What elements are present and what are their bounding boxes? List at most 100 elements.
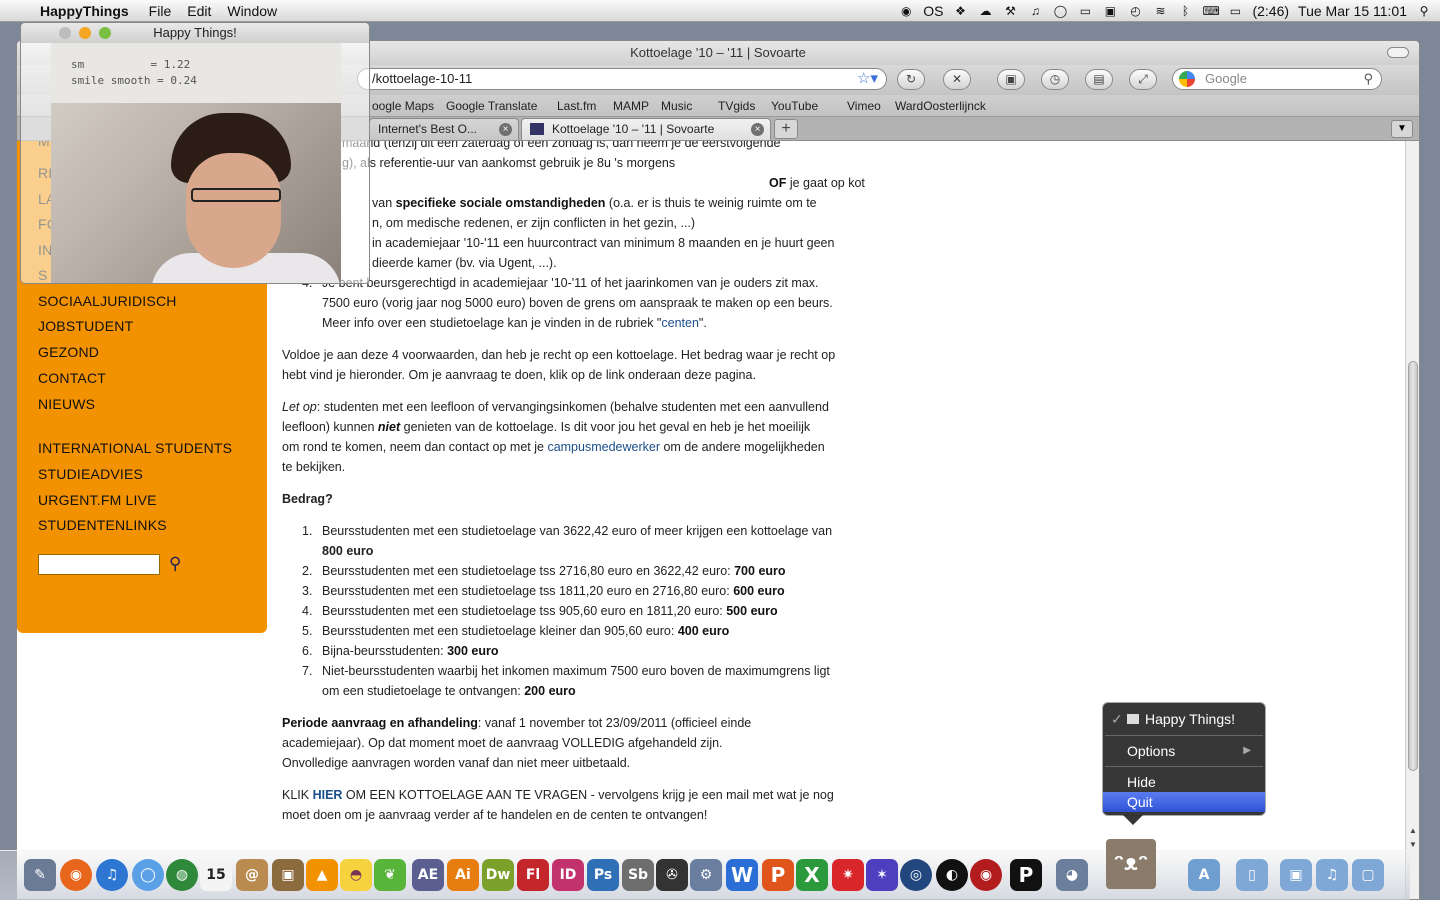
sidebar-item-studentenlinks[interactable]: STUDENTENLINKS: [38, 517, 167, 533]
spaces-icon[interactable]: ▣: [1102, 4, 1118, 18]
documents-folder-icon[interactable]: ▯: [1236, 859, 1268, 891]
chat-icon[interactable]: ◯: [1052, 4, 1068, 18]
menu-window[interactable]: Window: [227, 3, 277, 19]
sidebar-item-gezond[interactable]: GEZOND: [38, 344, 99, 360]
wifi-icon[interactable]: ≋: [1152, 4, 1168, 18]
world-dock-icon[interactable]: ◍: [166, 859, 198, 891]
sidebar-item-sociaaljuridisch[interactable]: SOCIAALJURIDISCH: [38, 293, 177, 309]
starburst-dock-icon[interactable]: ✷: [832, 859, 864, 891]
excel-dock-icon[interactable]: X: [796, 859, 828, 891]
sidebar-item-international-students[interactable]: INTERNATIONAL STUDENTS: [38, 440, 232, 456]
applications-folder-icon[interactable]: A: [1188, 859, 1220, 891]
bookmark-star-icon[interactable]: ☆▾: [857, 69, 878, 89]
bookmark-lastfm[interactable]: Last.fm: [557, 95, 596, 117]
sidebar-item-jobstudent[interactable]: JOBSTUDENT: [38, 318, 133, 334]
firefox-dock-icon[interactable]: ◉: [60, 859, 92, 891]
keyboard-icon[interactable]: ⌨: [1202, 4, 1219, 18]
hier-link[interactable]: HIER: [313, 788, 343, 802]
sidebar-item-urgent-fm-live[interactable]: URGENT.FM LIVE: [38, 492, 157, 508]
downloads-folder-icon[interactable]: ▢: [1352, 859, 1384, 891]
bookmark-music[interactable]: Music: [661, 95, 692, 117]
itunes-dock-icon[interactable]: ♫: [96, 859, 128, 891]
scroll-up-icon[interactable]: ▲: [1406, 825, 1419, 837]
new-tab-button[interactable]: +: [774, 119, 798, 139]
menu-item-quit[interactable]: Quit: [1103, 792, 1265, 812]
bluetooth-icon[interactable]: ᛒ: [1177, 4, 1193, 18]
tab-internets-best[interactable]: Internet's Best O... ×: [369, 118, 519, 140]
headphones-icon[interactable]: ♫: [1027, 4, 1043, 18]
bookmark-google-translate[interactable]: Google Translate: [446, 95, 537, 117]
pixel-dock-icon[interactable]: P: [1010, 859, 1042, 891]
photo-booth-dock-icon[interactable]: ◕: [1056, 859, 1088, 891]
spotlight-search-icon[interactable]: ⚲: [1416, 4, 1432, 18]
search-icon[interactable]: ⚲: [1363, 69, 1373, 89]
cyberduck-dock-icon[interactable]: ◓: [340, 859, 372, 891]
webcam-titlebar[interactable]: Happy Things!: [21, 23, 369, 43]
history-button[interactable]: ◷: [1041, 69, 1069, 90]
display-icon[interactable]: ▭: [1077, 4, 1093, 18]
menu-file[interactable]: File: [149, 3, 172, 19]
dreamweaver-dock-icon[interactable]: Dw: [482, 859, 514, 891]
music-folder-icon[interactable]: ♫: [1316, 859, 1348, 891]
cloud-icon[interactable]: ☁: [977, 4, 993, 18]
after-effects-dock-icon[interactable]: AE: [412, 859, 444, 891]
happy-things-dock-icon[interactable]: ᵔᴥᵔ: [1106, 839, 1156, 889]
bookmark-google-maps[interactable]: oogle Maps: [372, 95, 434, 117]
sidebar-item-nieuws[interactable]: NIEUWS: [38, 396, 95, 412]
target-dock-icon[interactable]: ◉: [970, 859, 1002, 891]
bookmarks-button[interactable]: ▣: [997, 69, 1025, 90]
campusmedewerker-link[interactable]: campusmedewerker: [547, 440, 660, 454]
time-machine-icon[interactable]: ◴: [1127, 4, 1143, 18]
address-book-dock-icon[interactable]: @: [236, 859, 268, 891]
clock[interactable]: Tue Mar 15 11:01: [1298, 3, 1407, 19]
downloads-button[interactable]: ▤: [1085, 69, 1113, 90]
tab-kottoelage[interactable]: Kottoelage '10 – '11 | Sovoarte ×: [521, 118, 771, 140]
address-bar[interactable]: /kottoelage-10-11 ☆▾: [357, 68, 887, 90]
toolbar-toggle-button[interactable]: [1387, 47, 1409, 58]
close-tab-icon[interactable]: ×: [751, 123, 764, 136]
zoom-window-icon[interactable]: [99, 27, 111, 39]
powerpoint-dock-icon[interactable]: P: [762, 859, 794, 891]
ichat-dock-icon[interactable]: ◯: [132, 859, 164, 891]
bookmark-tvgids[interactable]: TVgids: [718, 95, 755, 117]
minimize-window-icon[interactable]: [79, 27, 91, 39]
word-dock-icon[interactable]: W: [726, 859, 758, 891]
tab-list-button[interactable]: ▼: [1391, 120, 1413, 138]
happy-things-window[interactable]: Happy Things! sm = 1.22 smile smooth = 0…: [20, 22, 370, 284]
fullscreen-button[interactable]: ⤢: [1129, 69, 1157, 90]
sidebar-item-contact[interactable]: CONTACT: [38, 370, 106, 386]
menu-item-happy-things[interactable]: ✓ Happy Things!: [1103, 709, 1265, 729]
live-dock-icon[interactable]: ◐: [936, 859, 968, 891]
utility-dock-icon[interactable]: ⚙: [690, 859, 722, 891]
globe-icon[interactable]: ◉: [898, 4, 914, 18]
sidebar-item-studieadvies[interactable]: STUDIEADVIES: [38, 466, 143, 482]
photo-dock-icon[interactable]: ▣: [272, 859, 304, 891]
centen-link[interactable]: centen: [661, 316, 699, 330]
illustrator-dock-icon[interactable]: Ai: [447, 859, 479, 891]
menu-item-hide[interactable]: Hide: [1103, 772, 1265, 792]
os-status-icon[interactable]: OS: [923, 3, 943, 19]
stop-button[interactable]: ✕: [943, 69, 971, 90]
photoshop-dock-icon[interactable]: Ps: [587, 859, 619, 891]
wrench-icon[interactable]: ⚒: [1002, 4, 1018, 18]
close-window-icon[interactable]: [59, 27, 71, 39]
dropbox-icon[interactable]: ❖: [952, 4, 968, 18]
battery-time[interactable]: (2:46): [1252, 3, 1289, 19]
indesign-dock-icon[interactable]: ID: [552, 859, 584, 891]
reload-button[interactable]: ↻: [897, 69, 925, 90]
vertical-scrollbar[interactable]: ▲ ▼: [1405, 141, 1419, 899]
menu-app-name[interactable]: HappyThings: [40, 3, 129, 19]
vlc-dock-icon[interactable]: ▲: [306, 859, 338, 891]
close-tab-icon[interactable]: ×: [499, 123, 512, 136]
menu-edit[interactable]: Edit: [187, 3, 211, 19]
globe-dock-icon[interactable]: ◎: [900, 859, 932, 891]
bookmark-vimeo[interactable]: Vimeo: [847, 95, 881, 117]
sidebar-search-input[interactable]: [38, 554, 160, 575]
bookmark-youtube[interactable]: YouTube: [771, 95, 818, 117]
clapper-dock-icon[interactable]: ✇: [656, 859, 688, 891]
battery-icon[interactable]: ▭: [1227, 4, 1243, 18]
menu-item-options[interactable]: Options ▶: [1103, 741, 1265, 761]
magnifier-icon[interactable]: ⚲: [169, 554, 181, 574]
scrollbar-thumb[interactable]: [1408, 361, 1418, 771]
calendar-dock-icon[interactable]: 15: [200, 859, 232, 891]
